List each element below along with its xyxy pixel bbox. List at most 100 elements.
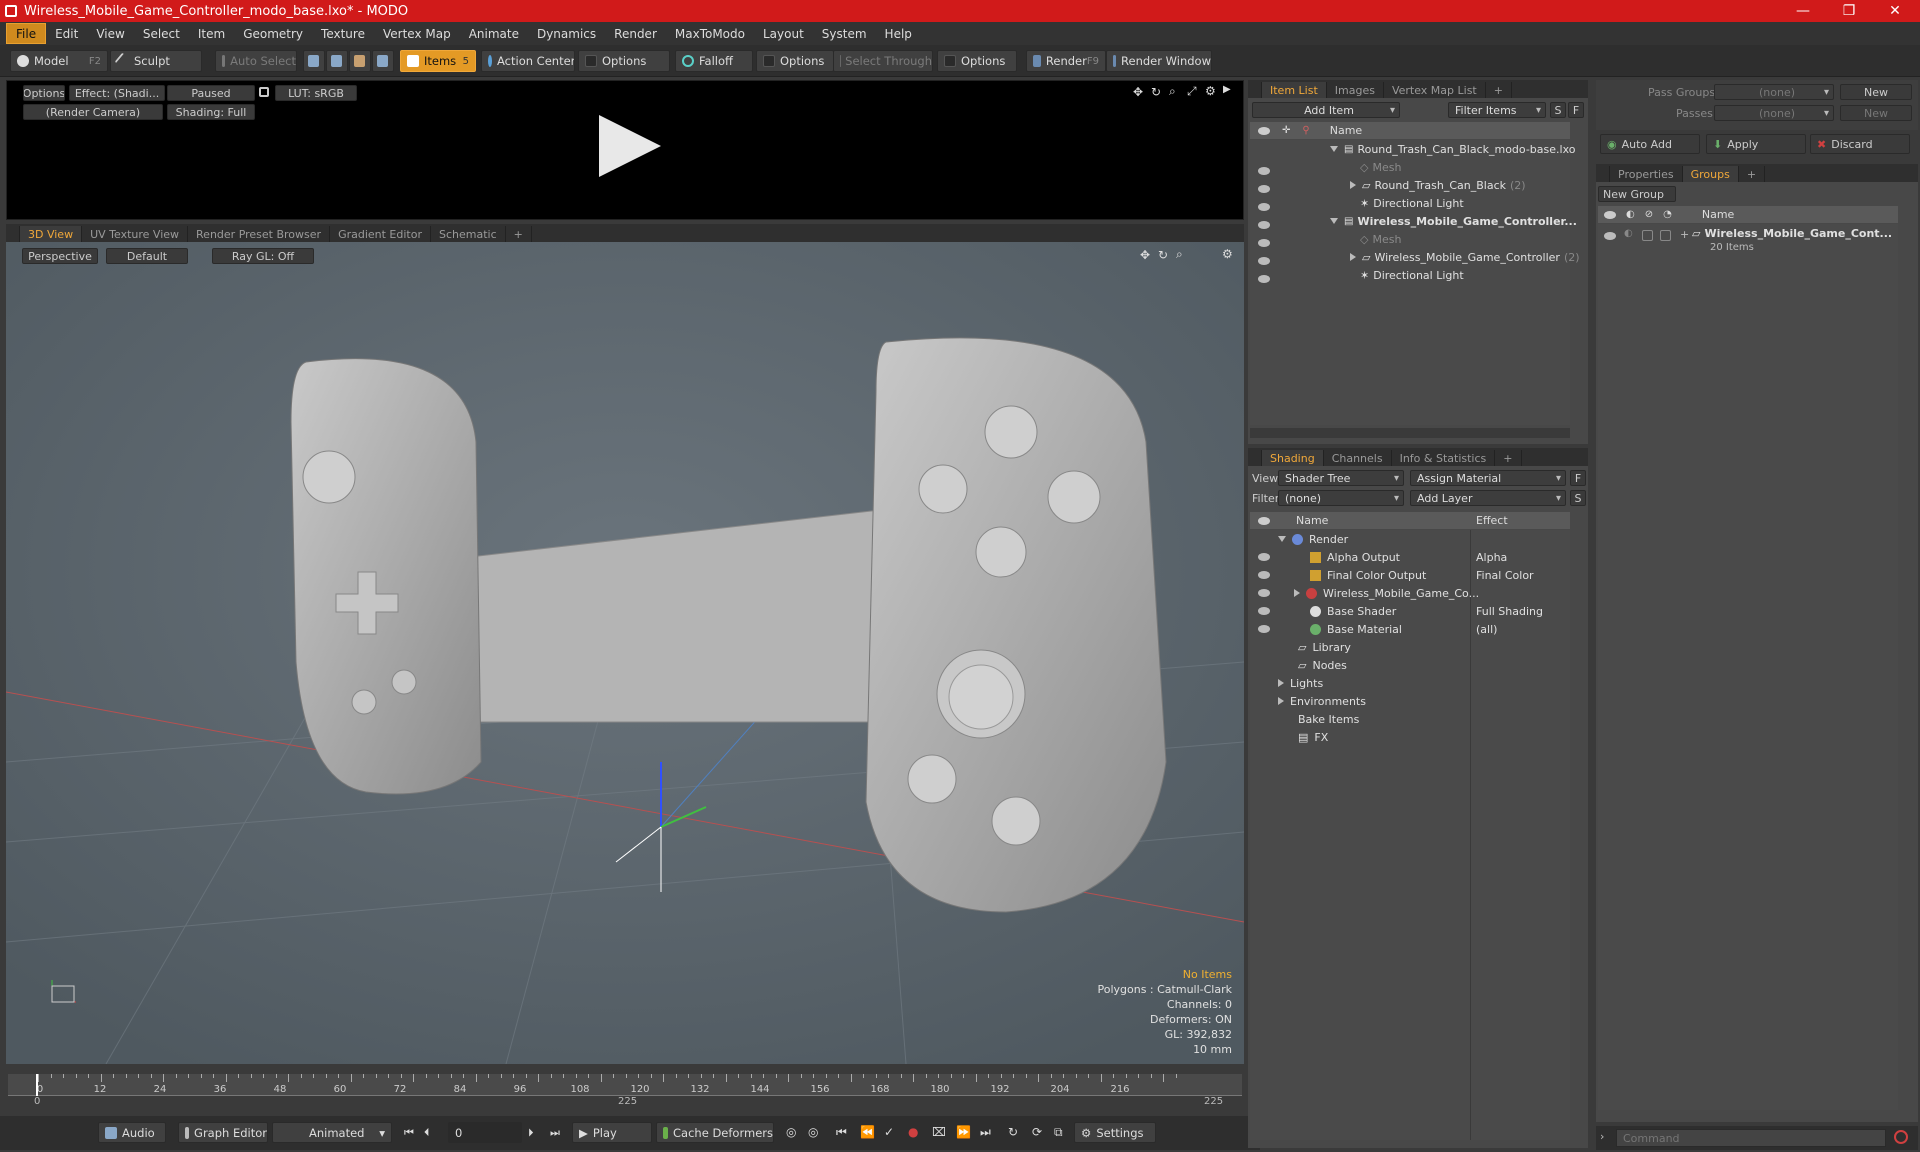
menu-select[interactable]: Select bbox=[134, 23, 189, 44]
menu-animate[interactable]: Animate bbox=[460, 23, 528, 44]
passes-dropdown[interactable]: (none) bbox=[1714, 105, 1834, 121]
tab-render-preset-browser[interactable]: Render Preset Browser bbox=[188, 226, 331, 242]
menu-texture[interactable]: Texture bbox=[312, 23, 374, 44]
audio-button[interactable]: Audio bbox=[98, 1122, 166, 1143]
new-pass-button[interactable]: New bbox=[1840, 105, 1912, 121]
list-item[interactable]: ▱ Wireless_Mobile_Game_Controller (2) bbox=[1350, 248, 1580, 266]
list-item[interactable]: ▤ Round_Trash_Can_Black_modo-base.lxo bbox=[1330, 140, 1576, 158]
add-tab-button[interactable]: + bbox=[1495, 450, 1522, 466]
preview-effect-dropdown[interactable]: Effect: (Shadi... bbox=[69, 85, 165, 101]
tab-info-statistics[interactable]: Info & Statistics bbox=[1392, 450, 1496, 466]
model-mode-button[interactable]: Model F2 bbox=[10, 50, 108, 72]
tab-properties[interactable]: Properties bbox=[1610, 166, 1683, 182]
discard-button[interactable]: ✖ Discard bbox=[1810, 134, 1910, 154]
eye-icon[interactable] bbox=[1258, 625, 1270, 633]
menu-edit[interactable]: Edit bbox=[46, 23, 87, 44]
step-back-icon[interactable]: ⏴ bbox=[424, 1126, 430, 1140]
perspective-dropdown[interactable]: Perspective bbox=[22, 248, 98, 264]
add-item-dropdown[interactable]: Add Item bbox=[1252, 102, 1400, 118]
eye-icon[interactable] bbox=[1258, 607, 1270, 615]
render-button[interactable]: Render F9 bbox=[1026, 50, 1106, 72]
shader-item-alpha-output[interactable]: Alpha Output bbox=[1310, 548, 1400, 566]
move-icon[interactable]: ✥ bbox=[1140, 248, 1150, 262]
shader-tree[interactable]: Render Alpha Output Alpha Final Color Ou… bbox=[1250, 530, 1570, 1140]
shader-item-base-material[interactable]: Base Material bbox=[1310, 620, 1402, 638]
key-delete-icon[interactable]: ⌧ bbox=[932, 1125, 946, 1139]
shader-item-library[interactable]: ▱ Library bbox=[1298, 638, 1351, 656]
eye-icon[interactable] bbox=[1604, 232, 1616, 240]
list-item[interactable]: ▤ Wireless_Mobile_Game_Controller... bbox=[1330, 212, 1577, 230]
key-icon[interactable]: ◎ bbox=[786, 1125, 796, 1139]
view-dropdown[interactable]: Shader Tree bbox=[1278, 470, 1404, 486]
effect-full-shading[interactable]: Full Shading bbox=[1476, 602, 1543, 620]
settings-button[interactable]: ⚙ Settings bbox=[1074, 1122, 1156, 1143]
filter-items-input[interactable]: Filter Items bbox=[1448, 102, 1546, 118]
horizontal-scrollbar[interactable] bbox=[1250, 428, 1570, 438]
auto-key-icon[interactable]: ◎ bbox=[808, 1125, 818, 1139]
skip-to-end-icon[interactable]: ⏭ bbox=[550, 1126, 560, 1140]
prev-frame-icon[interactable]: ⏪ bbox=[860, 1125, 875, 1139]
eye-icon[interactable] bbox=[1258, 571, 1270, 579]
items-mode-button[interactable]: Items 5 bbox=[400, 50, 476, 72]
lut-dropdown[interactable]: LUT: sRGB bbox=[275, 85, 357, 101]
falloff-button[interactable]: Falloff bbox=[675, 50, 753, 72]
eye-icon[interactable] bbox=[1258, 167, 1270, 175]
record-macro-icon[interactable] bbox=[1894, 1130, 1908, 1144]
timeline[interactable]: 0 12 24 36 48 60 72 84 96 108 120 132 144 156 168 180 19… bbox=[6, 1068, 1244, 1110]
menu-layout[interactable]: Layout bbox=[754, 23, 813, 44]
shader-item-fx[interactable]: ▤ FX bbox=[1298, 728, 1328, 746]
menu-view[interactable]: View bbox=[87, 23, 133, 44]
key-set-icon[interactable]: ✓ bbox=[884, 1125, 894, 1139]
eye-icon[interactable] bbox=[1258, 203, 1270, 211]
shader-item-final-color-output[interactable]: Final Color Output bbox=[1310, 566, 1426, 584]
render-preview-panel[interactable]: Options Effect: (Shadi... Paused LUT: sR… bbox=[6, 80, 1244, 220]
new-group-button[interactable]: New Group bbox=[1598, 186, 1676, 202]
list-item[interactable]: ◇ Mesh bbox=[1360, 158, 1401, 176]
shading-f-button[interactable]: F bbox=[1570, 470, 1586, 486]
eye-icon[interactable] bbox=[1258, 589, 1270, 597]
3d-viewport[interactable]: Perspective Default Ray GL: Off ✥ ↻ ⌕ ⚙ … bbox=[6, 242, 1244, 1064]
add-tab-button[interactable]: + bbox=[1486, 82, 1512, 98]
command-input[interactable] bbox=[1616, 1129, 1886, 1147]
apply-button[interactable]: ⬇ Apply bbox=[1706, 134, 1806, 154]
effect-alpha[interactable]: Alpha bbox=[1476, 548, 1507, 566]
vertices-mode-button[interactable] bbox=[303, 50, 325, 72]
filter-dropdown[interactable]: (none) bbox=[1278, 490, 1404, 506]
next-frame-icon[interactable]: ⏩ bbox=[956, 1125, 971, 1139]
preview-paused-button[interactable]: Paused bbox=[167, 85, 255, 101]
rotate-icon[interactable]: ↻ bbox=[1158, 248, 1168, 262]
effect-final-color[interactable]: Final Color bbox=[1476, 566, 1534, 584]
tab-item-list[interactable]: Item List bbox=[1262, 82, 1327, 98]
render-camera-dropdown[interactable]: (Render Camera) bbox=[23, 104, 163, 120]
menu-system[interactable]: System bbox=[813, 23, 876, 44]
filter-f-button[interactable]: F bbox=[1568, 102, 1584, 118]
materials-mode-button[interactable] bbox=[372, 50, 394, 72]
menu-dynamics[interactable]: Dynamics bbox=[528, 23, 605, 44]
pass-groups-dropdown[interactable]: (none) bbox=[1714, 84, 1834, 100]
eye-icon[interactable] bbox=[1258, 221, 1270, 229]
timeline-ruler[interactable]: 0 12 24 36 48 60 72 84 96 108 120 132 144 156 168 180 19… bbox=[8, 1074, 1242, 1096]
rotate-icon[interactable]: ↻ bbox=[1151, 85, 1161, 99]
loop-icon[interactable]: ↻ bbox=[1008, 1125, 1018, 1139]
add-tab-button[interactable]: + bbox=[506, 226, 532, 242]
filter-s-button[interactable]: S bbox=[1550, 102, 1566, 118]
minimize-button[interactable]: — bbox=[1780, 0, 1826, 22]
tab-images[interactable]: Images bbox=[1327, 82, 1384, 98]
edges-mode-button[interactable] bbox=[326, 50, 348, 72]
auto-add-button[interactable]: ◉ Auto Add bbox=[1600, 134, 1700, 154]
arrow-right-icon[interactable]: ▶ bbox=[1223, 84, 1231, 95]
zoom-icon[interactable]: ⌕ bbox=[1169, 84, 1176, 99]
add-tab-button[interactable]: + bbox=[1739, 166, 1766, 182]
select-through-options-button[interactable]: Options bbox=[937, 50, 1017, 72]
menu-item[interactable]: Item bbox=[189, 23, 234, 44]
eye-icon[interactable] bbox=[1258, 257, 1270, 265]
list-item[interactable]: ▱ Round_Trash_Can_Black (2) bbox=[1350, 176, 1526, 194]
filter-icon[interactable]: ⧉ bbox=[1054, 1125, 1063, 1140]
list-item[interactable]: ✶ Directional Light bbox=[1360, 266, 1464, 284]
skip-to-start-icon[interactable]: ⏮ bbox=[404, 1126, 414, 1140]
cache-deformers-button[interactable]: Cache Deformers bbox=[656, 1122, 774, 1143]
list-item[interactable]: ◇ Mesh bbox=[1360, 230, 1401, 248]
next-key-icon[interactable]: ⏭ bbox=[980, 1125, 991, 1140]
gear-icon[interactable]: ⚙ bbox=[1222, 247, 1233, 261]
render-window-button[interactable]: Render Window bbox=[1106, 50, 1212, 72]
